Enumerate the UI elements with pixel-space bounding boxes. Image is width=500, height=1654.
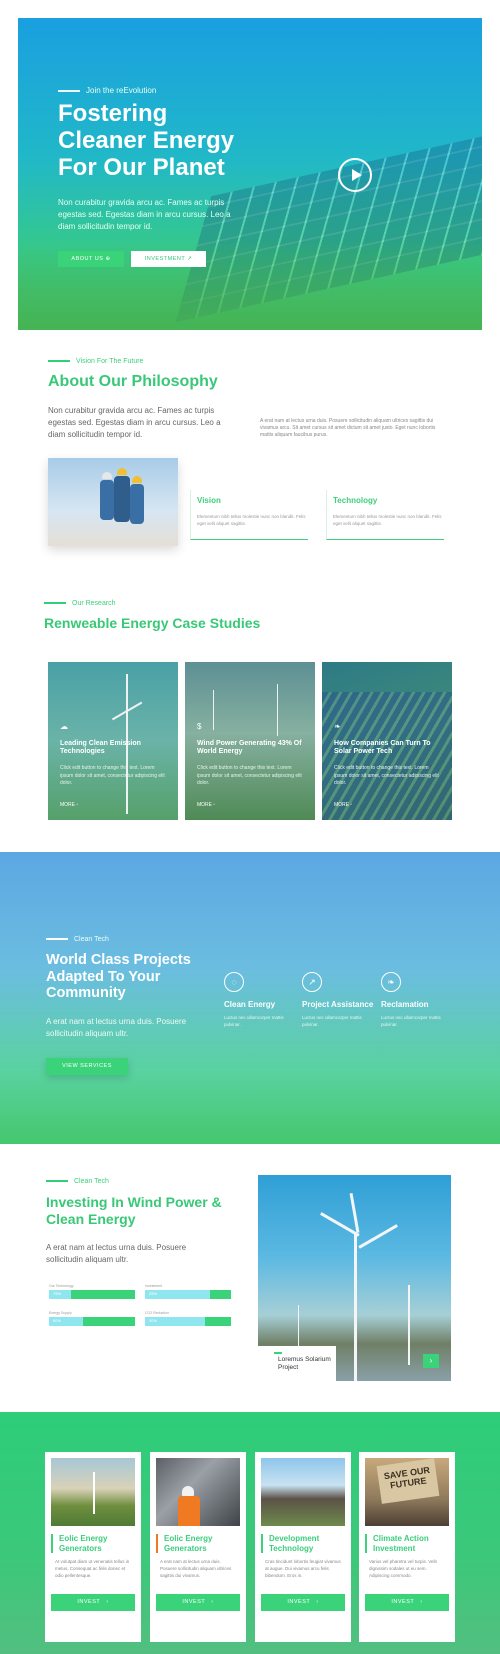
service-reclamation: ❧ Reclamation Luctus nec ullamcorper mat… bbox=[381, 972, 456, 1028]
service-text: Luctus nec ullamcorper mattis pulvinar. bbox=[224, 1015, 284, 1027]
invest-button[interactable]: INVEST › bbox=[365, 1594, 449, 1611]
chevron-right-icon: › bbox=[429, 1356, 433, 1365]
service-title: Reclamation bbox=[381, 1000, 429, 1009]
play-icon bbox=[352, 169, 362, 181]
clean-tech-eyebrow: Clean Tech bbox=[46, 936, 109, 943]
technology-text: Elementum nibh tellus molestie nunc non … bbox=[333, 514, 442, 526]
solar-farm-image bbox=[322, 692, 452, 820]
philosophy-description: Non curabitur gravida arcu ac. Fames ac … bbox=[48, 406, 221, 439]
research-card-text: Click edit button to change this text. L… bbox=[334, 765, 439, 786]
project-caption: Loremus Solarium Project bbox=[258, 1346, 336, 1384]
vision-title: Vision bbox=[197, 496, 221, 505]
research-card-text: Click edit button to change this text. L… bbox=[60, 765, 165, 786]
technology-title: Technology bbox=[333, 496, 378, 505]
chart-icon: ↗ bbox=[187, 256, 193, 262]
invest-card-text: Cras tincidunt lobortis feugiat vivamus … bbox=[265, 1559, 341, 1578]
invest-card: SAVE OUR FUTURE Climate Action Investmen… bbox=[359, 1452, 455, 1642]
clean-tech-description: A erat nam at lectus urna duis. Posuere … bbox=[46, 1017, 187, 1038]
clean-tech-title: World Class Projects Adapted To Your Com… bbox=[46, 952, 191, 1001]
progress-bar: Our Technology 75% bbox=[49, 1284, 135, 1299]
more-link[interactable]: MORE ▫ bbox=[197, 802, 215, 808]
research-card-title: Wind Power Generating 43% Of World Energ… bbox=[197, 740, 302, 755]
invest-card-text: Varius vel pharetra vel turpis. Velit di… bbox=[369, 1559, 437, 1578]
service-clean-energy: ◌ Clean Energy Luctus nec ullamcorper ma… bbox=[224, 972, 299, 1028]
wind-dollar-icon: $ bbox=[197, 722, 202, 731]
leaf-icon: ❧ bbox=[381, 972, 401, 992]
invest-card-title: Development Technology bbox=[261, 1534, 345, 1553]
chevron-right-icon: › bbox=[211, 1599, 214, 1605]
research-card-title: How Companies Can Turn To Solar Power Te… bbox=[334, 740, 431, 755]
service-title: Project Assistance bbox=[302, 1000, 374, 1009]
research-title: Renweable Energy Case Studies bbox=[44, 615, 261, 631]
about-us-button[interactable]: ABOUT US ⊕ bbox=[58, 251, 124, 267]
chevron-right-icon: › bbox=[420, 1599, 423, 1605]
research-card-title: Leading Clean Emission Technologies bbox=[60, 740, 141, 755]
invest-button[interactable]: INVEST › bbox=[261, 1594, 345, 1611]
research-card-text: Click edit button to change this text. L… bbox=[197, 765, 302, 786]
more-link[interactable]: MORE ▫ bbox=[334, 802, 352, 808]
next-slide-button[interactable]: › bbox=[423, 1354, 439, 1368]
research-card[interactable]: ☁ Leading Clean Emission Technologies Cl… bbox=[48, 662, 178, 820]
protest-sign: SAVE OUR FUTURE bbox=[376, 1458, 440, 1504]
service-title: Clean Energy bbox=[224, 1000, 276, 1009]
solar-house-image bbox=[261, 1458, 345, 1526]
chart-icon: ↗ bbox=[302, 972, 322, 992]
service-text: Luctus nec ullamcorper mattis pulvinar. bbox=[381, 1015, 441, 1027]
play-video-button[interactable] bbox=[338, 158, 372, 192]
invest-card-text: At volutpat diam ut venenatis tellus in … bbox=[55, 1559, 130, 1578]
progress-bar: CO2 Reduction 30% bbox=[145, 1311, 231, 1326]
wind-title: Investing In Wind Power & Clean Energy bbox=[46, 1194, 222, 1227]
vision-feature: Vision Elementum nibh tellus molestie nu… bbox=[190, 490, 308, 540]
protest-sign-image: SAVE OUR FUTURE bbox=[365, 1458, 449, 1526]
invest-card-title: Eolic Energy Generators bbox=[51, 1534, 135, 1553]
service-project-assistance: ↗ Project Assistance Luctus nec ullamcor… bbox=[302, 972, 377, 1028]
research-card[interactable]: ❧ How Companies Can Turn To Solar Power … bbox=[322, 662, 452, 820]
cloud-icon: ☁ bbox=[60, 722, 68, 731]
research-card[interactable]: $ Wind Power Generating 43% Of World Ene… bbox=[185, 662, 315, 820]
invest-card-text: A erat nam at lectus urna duis. Posuere … bbox=[160, 1559, 232, 1578]
arrow-icon: ▫ bbox=[213, 802, 216, 808]
hero-description: Non curabitur gravida arcu ac. Fames ac … bbox=[58, 198, 231, 231]
invest-card-title: Eolic Energy Generators bbox=[156, 1534, 240, 1553]
chevron-right-icon: › bbox=[316, 1599, 319, 1605]
invest-card: Eolic Energy Generators A erat nam at le… bbox=[150, 1452, 246, 1642]
invest-card: Development Technology Cras tincidunt lo… bbox=[255, 1452, 351, 1642]
wind-turbine-hill-image bbox=[51, 1458, 135, 1526]
lightbulb-icon: ◌ bbox=[224, 972, 244, 992]
workers-image bbox=[48, 458, 178, 546]
view-services-button[interactable]: VIEW SERVICES bbox=[46, 1058, 128, 1075]
wind-turbine-image bbox=[213, 690, 214, 730]
wind-eyebrow: Clean Tech bbox=[46, 1178, 109, 1185]
progress-bar: Energy Supply 60% bbox=[49, 1311, 135, 1326]
arrow-icon: ▫ bbox=[350, 802, 353, 808]
engineer-image bbox=[156, 1458, 240, 1526]
more-link[interactable]: MORE ▫ bbox=[60, 802, 78, 808]
globe-icon: ⊕ bbox=[105, 256, 111, 262]
hero-title: Fostering Cleaner Energy For Our Planet bbox=[58, 100, 235, 181]
philosophy-title: About Our Philosophy bbox=[48, 373, 218, 390]
arrow-icon: ▫ bbox=[76, 802, 79, 808]
hero-eyebrow: Join the reEvolution bbox=[58, 86, 156, 95]
vision-text: Elementum nibh tellus molestie nunc non … bbox=[197, 514, 306, 526]
chevron-right-icon: › bbox=[106, 1599, 109, 1605]
service-text: Luctus nec ullamcorper mattis pulvinar. bbox=[302, 1015, 362, 1027]
wind-description: A erat nam at lectus urna duis. Posuere … bbox=[46, 1243, 187, 1264]
invest-button[interactable]: INVEST › bbox=[156, 1594, 240, 1611]
technology-feature: Technology Elementum nibh tellus molesti… bbox=[326, 490, 444, 540]
invest-card: Eolic Energy Generators At volutpat diam… bbox=[45, 1452, 141, 1642]
philosophy-eyebrow: Vision For The Future bbox=[48, 358, 143, 365]
research-eyebrow: Our Research bbox=[44, 600, 116, 607]
leaf-icon: ❧ bbox=[334, 722, 341, 731]
invest-card-title: Climate Action Investment bbox=[365, 1534, 449, 1553]
investment-button[interactable]: INVESTMENT ↗ bbox=[131, 251, 206, 267]
progress-bar: Investment 25% bbox=[145, 1284, 231, 1299]
philosophy-right-text: A erat nam at lectus urna duis. Posuere … bbox=[260, 418, 436, 438]
invest-button[interactable]: INVEST › bbox=[51, 1594, 135, 1611]
